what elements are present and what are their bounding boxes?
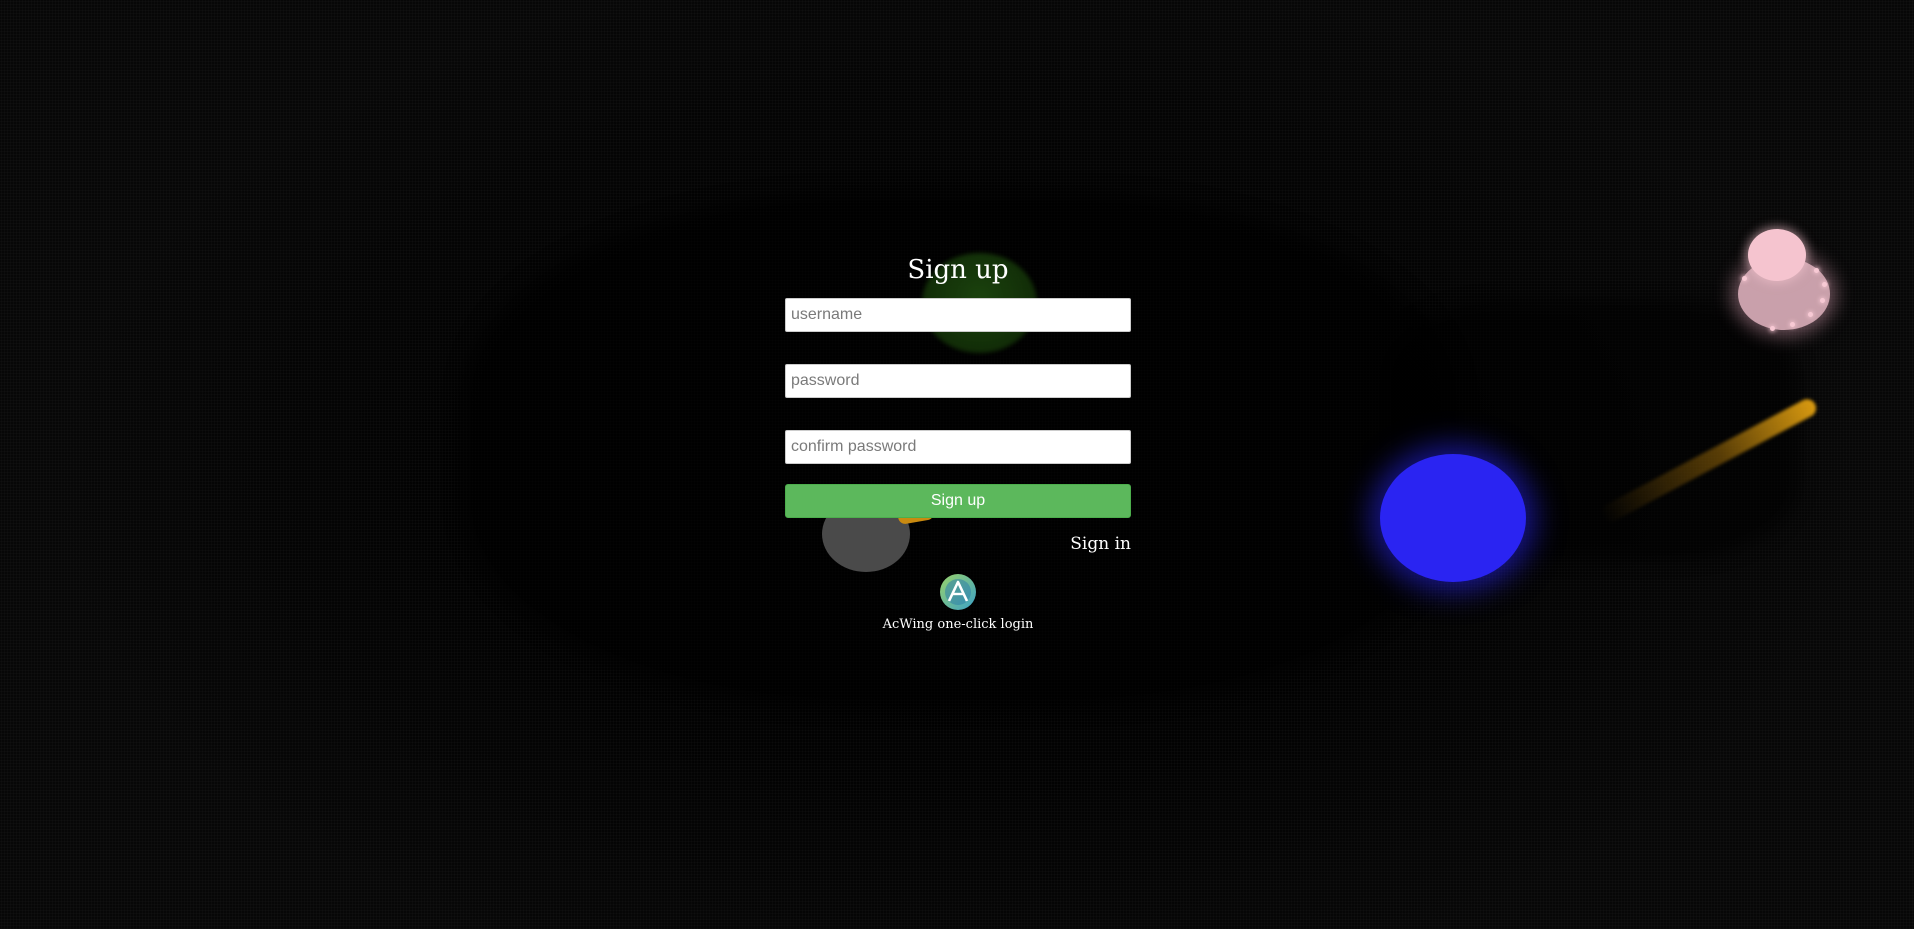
pink-player-ball: [1748, 229, 1806, 281]
username-input[interactable]: [785, 298, 1131, 332]
signup-form: Sign up Sign up Sign in: [785, 250, 1131, 632]
acwing-logo-icon[interactable]: [939, 573, 977, 611]
confirm-password-input[interactable]: [785, 430, 1131, 464]
particle-dot: [1822, 282, 1827, 287]
acwing-login-label[interactable]: AcWing one-click login: [785, 617, 1131, 632]
particle-dot: [1820, 298, 1825, 303]
acwing-login: AcWing one-click login: [785, 573, 1131, 632]
blue-player-ball: [1380, 454, 1526, 582]
sign-in-link[interactable]: Sign in: [785, 533, 1131, 555]
game-canvas[interactable]: Sign up Sign up Sign in: [0, 0, 1914, 929]
particle-dot: [1770, 326, 1775, 331]
particle-dot: [1808, 312, 1813, 317]
signup-button[interactable]: Sign up: [785, 484, 1131, 518]
particle-dot: [1814, 268, 1819, 273]
particle-dot: [1790, 322, 1795, 327]
signup-title: Sign up: [907, 255, 1009, 285]
password-input[interactable]: [785, 364, 1131, 398]
particle-dot: [1742, 276, 1747, 281]
